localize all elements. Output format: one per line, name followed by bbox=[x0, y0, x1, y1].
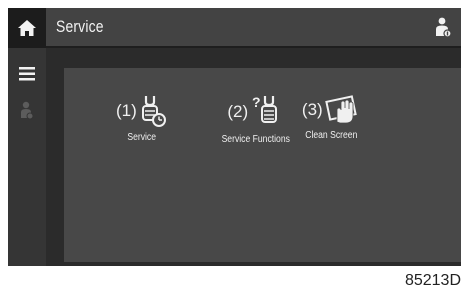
item-label: Service Functions bbox=[221, 134, 290, 145]
user-button[interactable] bbox=[8, 94, 46, 128]
screen-header: Service bbox=[46, 8, 461, 48]
home-button[interactable] bbox=[8, 8, 46, 48]
figure-code: 85213D bbox=[404, 272, 461, 289]
svg-text:?: ? bbox=[252, 94, 261, 110]
user-access-icon[interactable] bbox=[433, 16, 453, 40]
service-item[interactable]: (1) Service bbox=[116, 94, 167, 143]
item-label: Clean Screen bbox=[305, 130, 358, 141]
left-rail bbox=[8, 8, 46, 266]
item-number: (3) bbox=[301, 100, 323, 119]
menu-icon bbox=[19, 67, 35, 81]
wrench-question-icon: ? bbox=[252, 94, 278, 123]
item-number: (2) bbox=[227, 102, 249, 121]
hand-wipe-icon bbox=[324, 95, 357, 124]
item-number: (1) bbox=[116, 101, 137, 120]
user-icon bbox=[21, 101, 34, 120]
controller-screen: Service (1) Service (2) ? Service Functi… bbox=[8, 8, 461, 266]
item-label: Service bbox=[127, 132, 156, 143]
menu-button[interactable] bbox=[8, 60, 46, 88]
service-functions-item[interactable]: (2) ? Service Functions bbox=[216, 94, 295, 145]
page-title: Service bbox=[56, 17, 104, 36]
home-icon bbox=[18, 20, 36, 36]
wrench-timer-icon bbox=[141, 96, 166, 127]
clean-screen-item[interactable]: (3) Clean Screen bbox=[301, 94, 362, 141]
